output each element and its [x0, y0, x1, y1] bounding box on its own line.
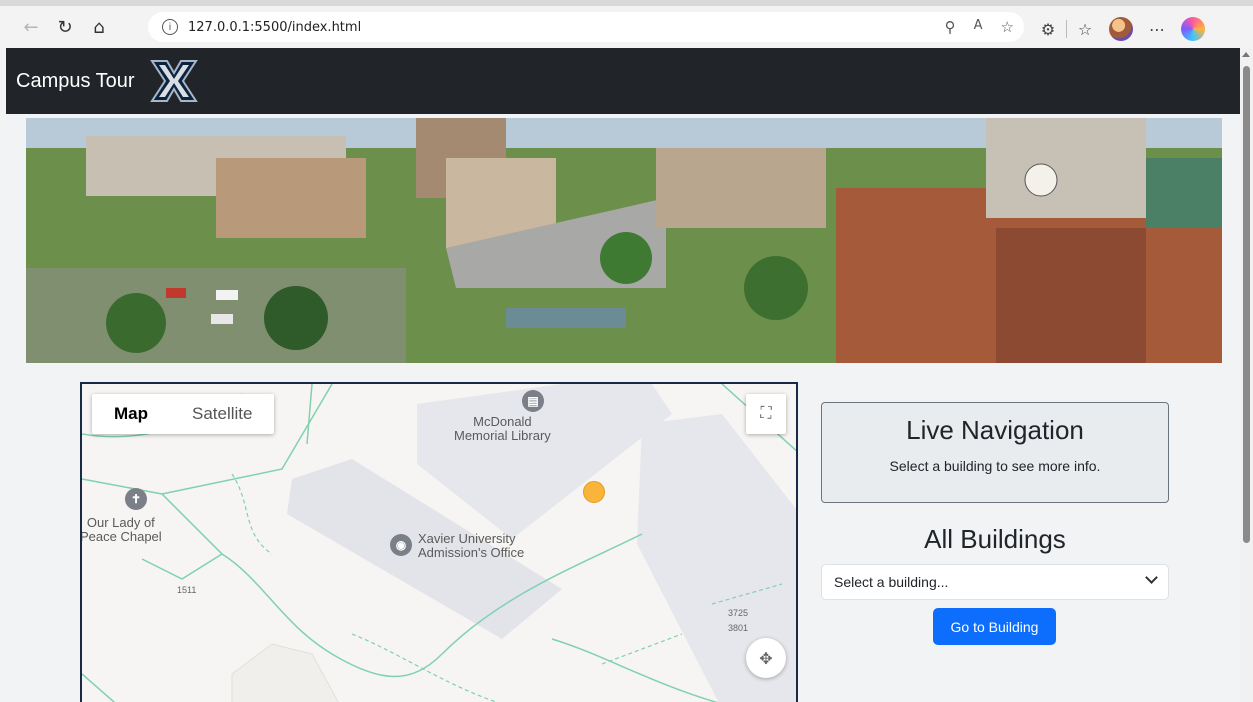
navbar-title[interactable]: Campus Tour — [16, 70, 135, 93]
admissions-pin-icon[interactable]: ◉ — [390, 534, 412, 556]
campus-hero-image — [26, 118, 1222, 363]
live-navigation-subtitle: Select a building to see more info. — [889, 458, 1101, 474]
navbar: Campus Tour — [6, 48, 1240, 114]
site-info-icon[interactable]: i — [162, 19, 178, 35]
building-select-value: Select a building... — [834, 574, 949, 590]
page-scrollbar[interactable] — [1240, 48, 1253, 702]
address-bar[interactable]: i 127.0.0.1:5500/index.html ⚲ A ☆ — [148, 12, 1024, 42]
browser-toolbar: ← ↻ ⌂ i 127.0.0.1:5500/index.html ⚲ A ☆ … — [0, 0, 1253, 48]
scroll-up-icon[interactable] — [1242, 52, 1250, 57]
map-type-map-button[interactable]: Map — [92, 394, 170, 434]
home-icon[interactable]: ⌂ — [82, 10, 116, 44]
map-label-admissions[interactable]: Xavier University Admission's Office — [418, 532, 524, 560]
go-to-building-button[interactable]: Go to Building — [933, 608, 1056, 645]
reload-icon[interactable]: ↻ — [48, 10, 82, 44]
live-navigation-panel: Live Navigation Select a building to see… — [821, 402, 1169, 503]
more-icon[interactable]: ⋯ — [1139, 14, 1175, 44]
xavier-logo-icon — [149, 60, 198, 102]
copilot-icon[interactable] — [1175, 14, 1211, 44]
chapel-pin-icon[interactable]: ✝ — [125, 488, 147, 510]
live-navigation-title: Live Navigation — [906, 415, 1084, 445]
map-number-3801: 3801 — [728, 623, 749, 633]
scroll-thumb[interactable] — [1243, 66, 1250, 543]
url-text: 127.0.0.1:5500/index.html — [188, 19, 362, 35]
map-type-control: Map Satellite — [92, 394, 275, 434]
map-number-3725: 3725 — [728, 608, 749, 618]
page: Campus Tour Map Satellite ⛶ ▤ McDonald M… — [6, 48, 1240, 702]
read-aloud-icon[interactable]: A — [974, 18, 983, 36]
favorites-icon[interactable]: ☆ — [1067, 14, 1103, 44]
map-label-library[interactable]: McDonald Memorial Library — [454, 415, 551, 443]
back-icon[interactable]: ← — [14, 10, 48, 44]
google-map[interactable]: Map Satellite ⛶ ▤ McDonald Memorial Libr… — [80, 382, 798, 702]
building-select[interactable]: Select a building... — [821, 564, 1169, 600]
extensions-icon[interactable]: ⚙ — [1030, 14, 1066, 44]
location-icon[interactable]: ⚲ — [945, 18, 956, 36]
map-label-chapel[interactable]: Our Lady of Peace Chapel — [82, 516, 162, 544]
fullscreen-icon[interactable]: ⛶ — [746, 394, 786, 434]
chevron-down-icon — [1145, 571, 1158, 584]
current-location-marker — [583, 481, 605, 503]
map-number-1511: 1511 — [177, 585, 197, 595]
library-pin-icon[interactable]: ▤ — [522, 390, 544, 412]
all-buildings-title: All Buildings — [924, 524, 1066, 554]
map-type-satellite-button[interactable]: Satellite — [170, 394, 274, 434]
profile-avatar[interactable] — [1103, 14, 1139, 44]
pan-control-icon[interactable]: ✥ — [746, 638, 786, 678]
favorite-star-icon[interactable]: ☆ — [1001, 18, 1014, 36]
